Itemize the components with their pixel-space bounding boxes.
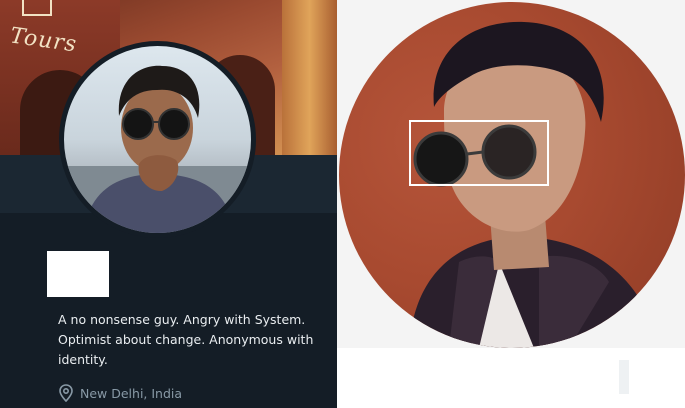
profile-card: Tours A no nonsense guy. Angry with Syst…: [0, 0, 337, 408]
cover-sign-frame: [22, 0, 52, 16]
avatar-portrait: [64, 65, 251, 233]
cover-column: [282, 0, 337, 155]
panel-footer: [337, 348, 685, 408]
reference-photo-panel: [337, 0, 685, 408]
profile-avatar[interactable]: [59, 41, 256, 238]
redaction-frame: [409, 120, 549, 186]
profile-bio: A no nonsense guy. Angry with System. Op…: [58, 312, 314, 367]
location-text: New Delhi, India: [80, 385, 183, 401]
redacted-name-box: [47, 251, 109, 297]
map-pin-icon: [58, 384, 74, 403]
profile-location: New Delhi, India: [58, 383, 182, 403]
footer-mark: [619, 360, 629, 394]
